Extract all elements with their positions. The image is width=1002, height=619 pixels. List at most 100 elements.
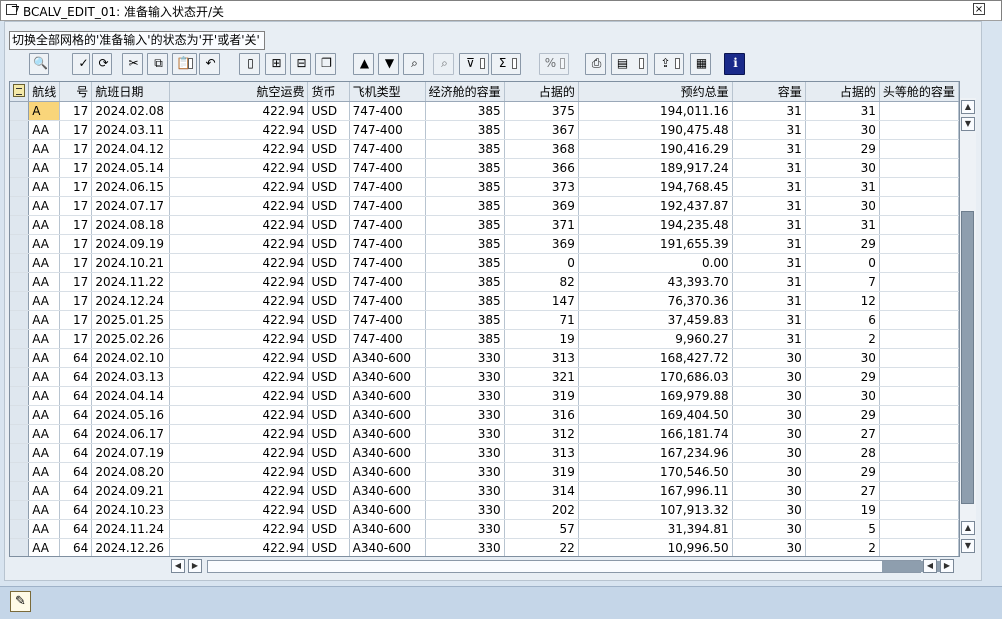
table-cell[interactable]: AA bbox=[28, 234, 61, 254]
page-up-button[interactable]: ▲ bbox=[961, 521, 975, 535]
table-cell[interactable]: 2024.08.20 bbox=[91, 462, 171, 482]
scroll-left-button[interactable]: ◀ bbox=[171, 559, 185, 573]
table-cell[interactable]: 31 bbox=[732, 329, 806, 349]
table-cell[interactable]: 373 bbox=[504, 177, 579, 197]
table-cell[interactable]: 82 bbox=[504, 272, 579, 292]
table-cell[interactable]: AA bbox=[28, 424, 61, 444]
table-cell[interactable]: 422.94 bbox=[169, 348, 309, 368]
table-cell[interactable]: 422.94 bbox=[169, 329, 309, 349]
table-cell[interactable]: 0 bbox=[805, 253, 880, 273]
column-header[interactable]: 占据的 bbox=[504, 82, 579, 102]
row-selector[interactable] bbox=[10, 481, 30, 501]
row-selector[interactable] bbox=[10, 139, 30, 159]
table-cell[interactable]: 30 bbox=[805, 158, 880, 178]
table-cell[interactable]: 422.94 bbox=[169, 462, 309, 482]
table-cell[interactable]: 385 bbox=[425, 253, 505, 273]
table-cell[interactable]: 30 bbox=[732, 348, 806, 368]
table-cell[interactable]: 31 bbox=[805, 101, 880, 121]
table-cell[interactable]: USD bbox=[307, 310, 350, 330]
table-cell[interactable]: A340-600 bbox=[349, 386, 426, 406]
table-cell[interactable]: AA bbox=[28, 215, 61, 235]
table-cell[interactable]: 17 bbox=[59, 215, 93, 235]
row-selector[interactable] bbox=[10, 291, 30, 311]
total-button[interactable]: Σ bbox=[491, 53, 521, 75]
table-cell[interactable]: 747-400 bbox=[349, 215, 426, 235]
table-cell[interactable]: 316 bbox=[504, 405, 579, 425]
row-selector[interactable] bbox=[10, 367, 30, 387]
table-cell[interactable]: 2 bbox=[805, 329, 880, 349]
table-cell[interactable]: 17 bbox=[59, 310, 93, 330]
scroll-right-button[interactable]: ▶ bbox=[188, 559, 202, 573]
chevron-down-icon[interactable] bbox=[675, 58, 680, 69]
table-cell[interactable]: 31 bbox=[732, 196, 806, 216]
table-cell[interactable]: 422.94 bbox=[169, 272, 309, 292]
table-cell[interactable]: 2024.12.26 bbox=[91, 538, 171, 556]
table-cell[interactable]: A340-600 bbox=[349, 519, 426, 539]
table-cell[interactable]: USD bbox=[307, 500, 350, 520]
table-cell[interactable] bbox=[879, 215, 959, 235]
table-cell[interactable]: 17 bbox=[59, 272, 93, 292]
table-cell[interactable]: 29 bbox=[805, 234, 880, 254]
column-header[interactable]: 预约总量 bbox=[578, 82, 733, 102]
table-cell[interactable] bbox=[879, 272, 959, 292]
table-cell[interactable]: 12 bbox=[805, 291, 880, 311]
table-cell[interactable]: 422.94 bbox=[169, 405, 309, 425]
table-cell[interactable]: 422.94 bbox=[169, 367, 309, 387]
table-cell[interactable]: 29 bbox=[805, 405, 880, 425]
table-cell[interactable]: 330 bbox=[425, 481, 505, 501]
table-cell[interactable]: 5 bbox=[805, 519, 880, 539]
table-cell[interactable]: 422.94 bbox=[169, 519, 309, 539]
table-cell[interactable]: USD bbox=[307, 196, 350, 216]
table-cell[interactable]: 31 bbox=[732, 215, 806, 235]
table-cell[interactable]: 313 bbox=[504, 348, 579, 368]
table-cell[interactable]: 2025.02.26 bbox=[91, 329, 171, 349]
table-cell[interactable]: 2024.07.19 bbox=[91, 443, 171, 463]
table-cell[interactable]: 422.94 bbox=[169, 139, 309, 159]
column-header[interactable]: 航班日期 bbox=[91, 82, 171, 102]
table-cell[interactable]: 19 bbox=[504, 329, 579, 349]
table-cell[interactable]: 7 bbox=[805, 272, 880, 292]
row-selector[interactable] bbox=[10, 424, 30, 444]
table-cell[interactable]: 17 bbox=[59, 234, 93, 254]
table-cell[interactable]: A340-600 bbox=[349, 348, 426, 368]
table-cell[interactable]: 367 bbox=[504, 120, 579, 140]
sort-ascending-button[interactable]: ▲ bbox=[353, 53, 374, 75]
table-cell[interactable]: 10,996.50 bbox=[578, 538, 733, 556]
table-cell[interactable] bbox=[879, 253, 959, 273]
table-cell[interactable]: 2024.10.23 bbox=[91, 500, 171, 520]
table-cell[interactable] bbox=[879, 367, 959, 387]
table-cell[interactable]: USD bbox=[307, 158, 350, 178]
vertical-scroll-thumb[interactable] bbox=[961, 211, 974, 504]
subtotal-button[interactable]: % bbox=[539, 53, 569, 75]
table-cell[interactable]: 385 bbox=[425, 234, 505, 254]
table-cell[interactable]: 169,979.88 bbox=[578, 386, 733, 406]
table-cell[interactable] bbox=[879, 405, 959, 425]
row-selector[interactable] bbox=[10, 519, 30, 539]
table-cell[interactable]: 17 bbox=[59, 139, 93, 159]
table-cell[interactable]: USD bbox=[307, 348, 350, 368]
table-cell[interactable]: 385 bbox=[425, 329, 505, 349]
table-cell[interactable] bbox=[879, 424, 959, 444]
table-cell[interactable]: 76,370.36 bbox=[578, 291, 733, 311]
table-cell[interactable]: 2024.10.21 bbox=[91, 253, 171, 273]
export-button[interactable]: ⇪ bbox=[654, 53, 684, 75]
table-cell[interactable]: 31 bbox=[805, 177, 880, 197]
table-cell[interactable]: 30 bbox=[732, 405, 806, 425]
print-button[interactable]: ⎙ bbox=[585, 53, 606, 75]
table-cell[interactable]: 385 bbox=[425, 291, 505, 311]
chevron-down-icon[interactable] bbox=[188, 58, 193, 69]
table-cell[interactable]: 166,181.74 bbox=[578, 424, 733, 444]
table-cell[interactable]: 330 bbox=[425, 519, 505, 539]
table-cell[interactable]: 747-400 bbox=[349, 310, 426, 330]
table-cell[interactable]: AA bbox=[28, 291, 61, 311]
row-selector[interactable] bbox=[10, 234, 30, 254]
table-cell[interactable]: 191,655.39 bbox=[578, 234, 733, 254]
table-cell[interactable]: 17 bbox=[59, 253, 93, 273]
table-cell[interactable]: 31 bbox=[732, 310, 806, 330]
table-cell[interactable]: A340-600 bbox=[349, 424, 426, 444]
table-cell[interactable]: 30 bbox=[805, 196, 880, 216]
table-cell[interactable]: 64 bbox=[59, 462, 93, 482]
horizontal-scrollbar[interactable]: ◀ ▶ ◀ ▶ bbox=[171, 559, 959, 575]
table-cell[interactable]: USD bbox=[307, 234, 350, 254]
table-cell[interactable]: 319 bbox=[504, 386, 579, 406]
